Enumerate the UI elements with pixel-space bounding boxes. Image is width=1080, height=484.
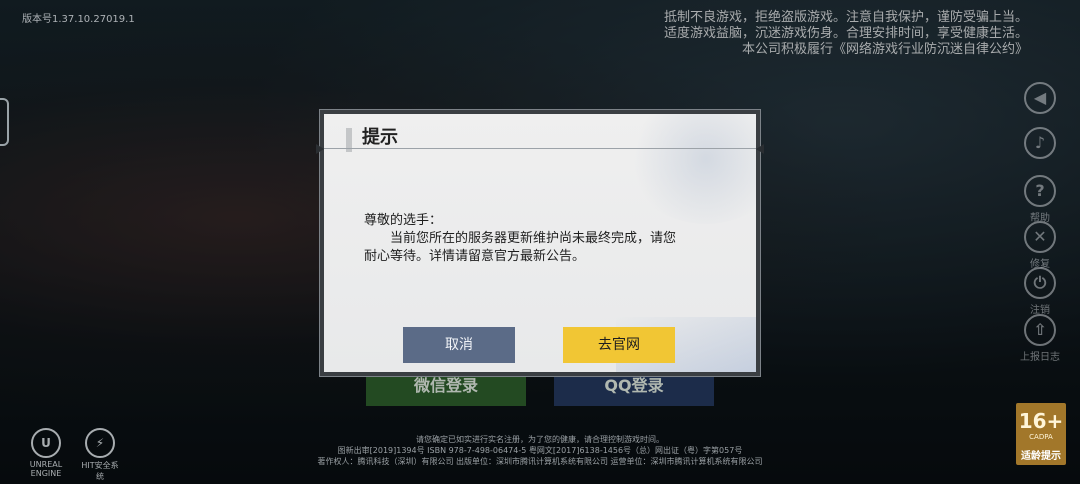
notice-icon: ◀ [1024,82,1056,114]
copyright-info: 请您确定已如实进行实名注册，为了您的健康，请合理控制游戏时间。 图新出审[201… [260,434,820,467]
upload-log-icon: ⇧ [1024,314,1056,346]
dialog-title: 提示 [362,127,398,148]
health-notice-line: 抵制不良游戏，拒绝盗版游戏。注意自我保护，谨防受骗上当。 [663,10,1028,25]
health-notice: 抵制不良游戏，拒绝盗版游戏。注意自我保护，谨防受骗上当。 适度游戏益脑，沉迷游戏… [608,10,1028,58]
sidebar-item-upload-log[interactable]: ⇧ 上报日志 [1020,314,1060,363]
dialog-body-line: 耐心等待。详情请留意官方最新公告。 [364,249,586,264]
title-divider [324,148,756,149]
age-rating-number: 16+ [1018,409,1064,433]
sidebar-item-repair[interactable]: ✕ 修复 [1020,221,1060,270]
hit-security-logo-icon: ⚡ HIT安全系统 [78,428,122,482]
divider-cap-right [756,144,764,154]
dialog-panel: 提示 尊敬的选手： 当前您所在的服务器更新维护尚未最终完成，请您 耐心等待。详情… [324,114,756,372]
logo-name: HIT安全系统 [81,461,119,481]
dialog-body-line: 当前您所在的服务器更新维护尚未最终完成，请您 [390,231,677,246]
age-rating-org: CADPA [1029,433,1053,441]
age-rating-label: 适龄提示 [1021,451,1061,462]
sidebar-item-help[interactable]: ? 帮助 [1020,175,1060,224]
copyright-line: 图新出审[2019]1394号 ISBN 978-7-498-06474-5 粤… [337,446,743,455]
copyright-line: 著作权人：腾讯科技（深圳）有限公司 出版单位：深圳市腾讯计算机系统有限公司 运营… [317,457,763,466]
sidebar-item-notice[interactable]: ◀ [1020,82,1060,114]
volume-icon: ♪ [1024,127,1056,159]
unreal-engine-logo-icon: U UNREAL ENGINE [24,428,68,478]
repair-icon: ✕ [1024,221,1056,253]
sidebar-item-label: 上报日志 [1020,352,1060,363]
divider-cap-left [316,144,324,154]
left-expand-tab[interactable] [0,98,9,146]
logo-sub: ENGINE [30,469,62,478]
sidebar-item-volume[interactable]: ♪ [1020,127,1060,159]
cancel-button[interactable]: 取消 [403,327,515,363]
official-site-button[interactable]: 去官网 [563,327,675,363]
health-notice-line: 本公司积极履行《网络游戏行业防沉迷自律公约》 [741,42,1028,57]
dialog-greeting: 尊敬的选手： [364,213,443,228]
maintenance-dialog: 提示 尊敬的选手： 当前您所在的服务器更新维护尚未最终完成，请您 耐心等待。详情… [316,109,764,377]
power-icon: ⏻ [1024,267,1056,299]
sidebar-item-logout[interactable]: ⏻ 注销 [1020,267,1060,316]
age-rating-badge[interactable]: 16+ CADPA 适龄提示 [1016,403,1066,465]
help-icon: ? [1024,175,1056,207]
logo-name: UNREAL [29,460,63,469]
copyright-line: 请您确定已如实进行实名注册，为了您的健康，请合理控制游戏时间。 [416,435,664,444]
dialog-message: 尊敬的选手： 当前您所在的服务器更新维护尚未最终完成，请您 耐心等待。详情请留意… [364,212,724,266]
dialog-decoration [626,114,756,224]
version-label: 版本号1.37.10.27019.1 [22,14,135,25]
health-notice-line: 适度游戏益脑，沉迷游戏伤身。合理安排时间，享受健康生活。 [663,26,1028,41]
